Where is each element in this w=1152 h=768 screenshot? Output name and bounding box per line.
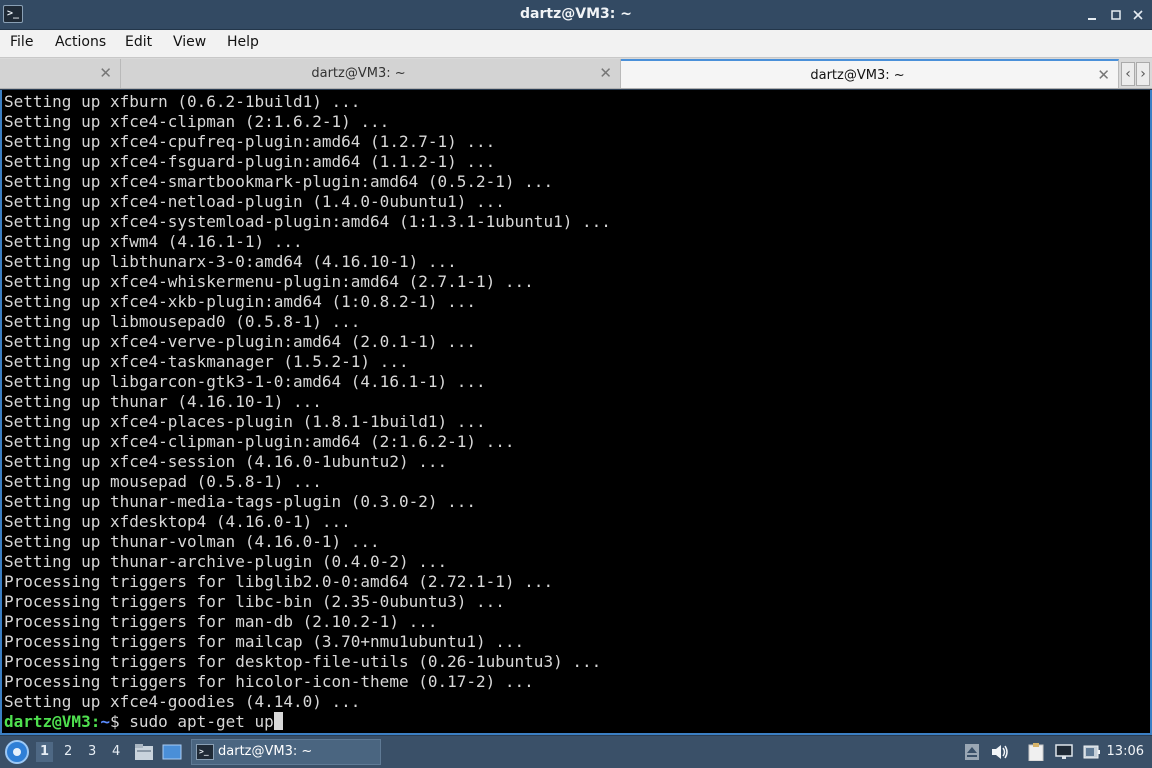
text-cursor xyxy=(273,712,283,730)
tab-2[interactable]: dartz@VM3: ~ ✕ xyxy=(121,59,621,88)
terminal-line: Setting up libgarcon-gtk3-1-0:amd64 (4.1… xyxy=(4,372,486,391)
menu-bar: File Actions Edit View Help xyxy=(0,30,1152,57)
terminal-line: Setting up xfce4-verve-plugin:amd64 (2.0… xyxy=(4,332,477,351)
menu-edit[interactable]: Edit xyxy=(125,34,152,50)
close-icon[interactable] xyxy=(1128,5,1148,25)
terminal-task-icon: >_ xyxy=(196,744,214,760)
terminal-line: Processing triggers for libc-bin (2.35-0… xyxy=(4,592,505,611)
terminal-line: Setting up xfburn (0.6.2-1build1) ... xyxy=(4,92,361,111)
close-icon-glyph xyxy=(1133,10,1143,20)
minimize-icon-glyph xyxy=(1088,18,1096,20)
terminal-line: Setting up xfce4-goodies (4.14.0) ... xyxy=(4,692,361,711)
task-label: dartz@VM3: ~ xyxy=(218,744,313,759)
maximize-icon-glyph xyxy=(1111,10,1121,20)
taskbar: 1 2 3 4 >_ dartz@VM3: ~ 13:06 xyxy=(0,736,1152,768)
minimize-icon[interactable] xyxy=(1082,5,1102,25)
tab-label: dartz@VM3: ~ xyxy=(311,66,406,81)
terminal-line: Setting up xfce4-fsguard-plugin:amd64 (1… xyxy=(4,152,496,171)
tab-close-icon[interactable]: ✕ xyxy=(99,64,112,82)
workspace-3[interactable]: 3 xyxy=(88,744,96,759)
terminal-line: Processing triggers for man-db (2.10.2-1… xyxy=(4,612,438,631)
tab-close-icon[interactable]: ✕ xyxy=(599,64,612,82)
terminal-line: Setting up libmousepad0 (0.5.8-1) ... xyxy=(4,312,361,331)
terminal-line: Setting up xfce4-taskmanager (1.5.2-1) .… xyxy=(4,352,409,371)
terminal-line: Setting up xfce4-clipman-plugin:amd64 (2… xyxy=(4,432,515,451)
prompt-user-host: dartz@VM3 xyxy=(4,712,91,731)
terminal-line: Setting up xfce4-xkb-plugin:amd64 (1:0.8… xyxy=(4,292,477,311)
terminal-line: Processing triggers for hicolor-icon-the… xyxy=(4,672,534,691)
terminal-line: Setting up xfce4-cpufreq-plugin:amd64 (1… xyxy=(4,132,496,151)
tab-scroll-right-icon[interactable]: › xyxy=(1136,62,1150,86)
eject-icon[interactable] xyxy=(962,743,982,761)
terminal-line: Processing triggers for mailcap (3.70+nm… xyxy=(4,632,525,651)
window-title: dartz@VM3: ~ xyxy=(520,6,632,22)
file-manager-icon[interactable] xyxy=(134,743,154,761)
tab-scroll-left-icon[interactable]: ‹ xyxy=(1121,62,1135,86)
clock[interactable]: 13:06 xyxy=(1107,744,1144,759)
workspace-2[interactable]: 2 xyxy=(64,744,72,759)
tab-1[interactable]: ✕ xyxy=(0,59,121,88)
terminal-line: Setting up mousepad (0.5.8-1) ... xyxy=(4,472,322,491)
prompt-symbol: $ xyxy=(109,712,130,731)
workspace-4[interactable]: 4 xyxy=(112,744,120,759)
terminal-line: Setting up xfce4-session (4.16.0-1ubuntu… xyxy=(4,452,448,471)
menu-file[interactable]: File xyxy=(10,34,33,50)
prompt-command: sudo apt-get up xyxy=(129,712,274,731)
maximize-icon[interactable] xyxy=(1106,5,1126,25)
menu-help[interactable]: Help xyxy=(227,34,259,50)
terminal-line: Setting up thunar (4.16.10-1) ... xyxy=(4,392,322,411)
menu-view[interactable]: View xyxy=(173,34,206,50)
terminal-line: Setting up xfce4-places-plugin (1.8.1-1b… xyxy=(4,412,486,431)
terminal-line: Setting up xfce4-clipman (2:1.6.2-1) ... xyxy=(4,112,390,131)
battery-icon[interactable] xyxy=(1082,743,1102,761)
start-menu-icon[interactable] xyxy=(5,740,29,764)
terminal-line: Processing triggers for desktop-file-uti… xyxy=(4,652,602,671)
workspace-1[interactable]: 1 xyxy=(36,742,54,762)
tab-close-icon[interactable]: ✕ xyxy=(1097,66,1110,84)
tab-bar: ✕ dartz@VM3: ~ ✕ dartz@VM3: ~ ✕ ‹ › xyxy=(0,57,1152,89)
volume-icon[interactable] xyxy=(990,743,1010,761)
terminal-line: Setting up xfwm4 (4.16.1-1) ... xyxy=(4,232,303,251)
prompt-path: ~ xyxy=(100,712,110,731)
terminal-prompt-line[interactable]: dartz@VM3:~$ sudo apt-get up xyxy=(4,712,283,732)
terminal-line: Setting up xfce4-whiskermenu-plugin:amd6… xyxy=(4,272,534,291)
terminal-line: Setting up thunar-volman (4.16.0-1) ... xyxy=(4,532,380,551)
terminal-line: Setting up thunar-archive-plugin (0.4.0-… xyxy=(4,552,448,571)
clipboard-icon[interactable] xyxy=(1026,743,1046,761)
menu-actions[interactable]: Actions xyxy=(55,34,106,50)
taskbar-task-terminal[interactable]: >_ dartz@VM3: ~ xyxy=(191,739,381,765)
network-icon[interactable] xyxy=(1054,743,1074,761)
tab-3[interactable]: dartz@VM3: ~ ✕ xyxy=(621,59,1119,88)
terminal-line: Setting up xfdesktop4 (4.16.0-1) ... xyxy=(4,512,351,531)
terminal-line: Processing triggers for libglib2.0-0:amd… xyxy=(4,572,554,591)
terminal-line: Setting up libthunarx-3-0:amd64 (4.16.10… xyxy=(4,252,457,271)
prompt-separator: : xyxy=(90,712,101,731)
show-desktop-icon[interactable] xyxy=(162,743,182,761)
terminal-line: Setting up xfce4-smartbookmark-plugin:am… xyxy=(4,172,554,191)
tab-label: dartz@VM3: ~ xyxy=(810,68,905,83)
terminal-output[interactable]: Setting up xfburn (0.6.2-1build1) ... Se… xyxy=(0,90,1152,735)
terminal-line: Setting up xfce4-systemload-plugin:amd64… xyxy=(4,212,611,231)
terminal-line: Setting up thunar-media-tags-plugin (0.3… xyxy=(4,492,477,511)
window-titlebar[interactable]: >_ dartz@VM3: ~ xyxy=(0,0,1152,30)
terminal-line: Setting up xfce4-netload-plugin (1.4.0-0… xyxy=(4,192,505,211)
